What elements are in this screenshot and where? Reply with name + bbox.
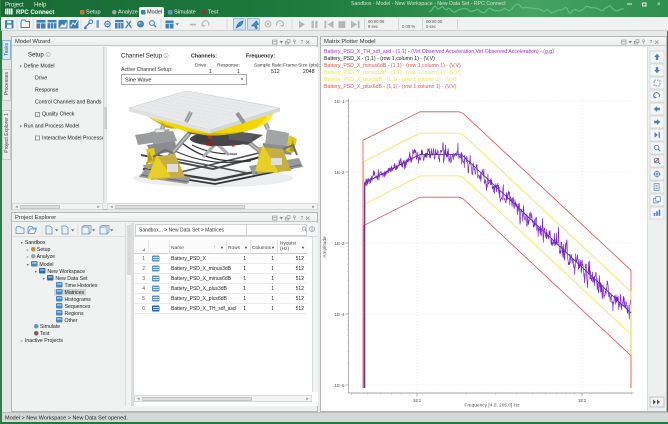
svg-text:Battery_PSD_X_plus3dB - (1,1): Battery_PSD_X_plus3dB - (1,1) - (row 1,c… xyxy=(324,77,457,83)
svg-text:1E2: 1E2 xyxy=(578,398,587,404)
svg-text:1E-4: 1E-4 xyxy=(334,312,344,318)
svg-text:?: ? xyxy=(301,216,304,222)
svg-text:?: ? xyxy=(650,40,653,46)
svg-text:1E-5: 1E-5 xyxy=(334,383,344,389)
svg-text:?: ? xyxy=(301,40,304,46)
svg-text:Amplitude: Amplitude xyxy=(322,236,328,258)
svg-text:Battery_PSD_X - (1,1) - (row 1: Battery_PSD_X - (1,1) - (row 1,column 1)… xyxy=(324,56,435,62)
svg-text:1E-3: 1E-3 xyxy=(334,241,344,247)
svg-text:1E-2: 1E-2 xyxy=(334,170,344,176)
svg-text:Battery_PSD_X_minus3dB - (1,1): Battery_PSD_X_minus3dB - (1,1) - (row 1,… xyxy=(324,70,461,76)
svg-text:Battery_PSD_X_plus6dB - (1,1): Battery_PSD_X_plus6dB - (1,1) - (row 1,c… xyxy=(324,84,457,90)
svg-text:1E-1: 1E-1 xyxy=(334,99,344,105)
svg-text:Battery_PSD_X_minus6dB - (1,1): Battery_PSD_X_minus6dB - (1,1) - (row 1,… xyxy=(324,63,461,69)
svg-text:1E1: 1E1 xyxy=(413,398,422,404)
svg-text:Frequency [4.0, 205.0] Hz: Frequency [4.0, 205.0] Hz xyxy=(464,403,520,409)
svg-text:Battery_PSD_X_TH_sdf_asd - (1,: Battery_PSD_X_TH_sdf_asd - (1,1) - (Virt… xyxy=(324,49,554,55)
